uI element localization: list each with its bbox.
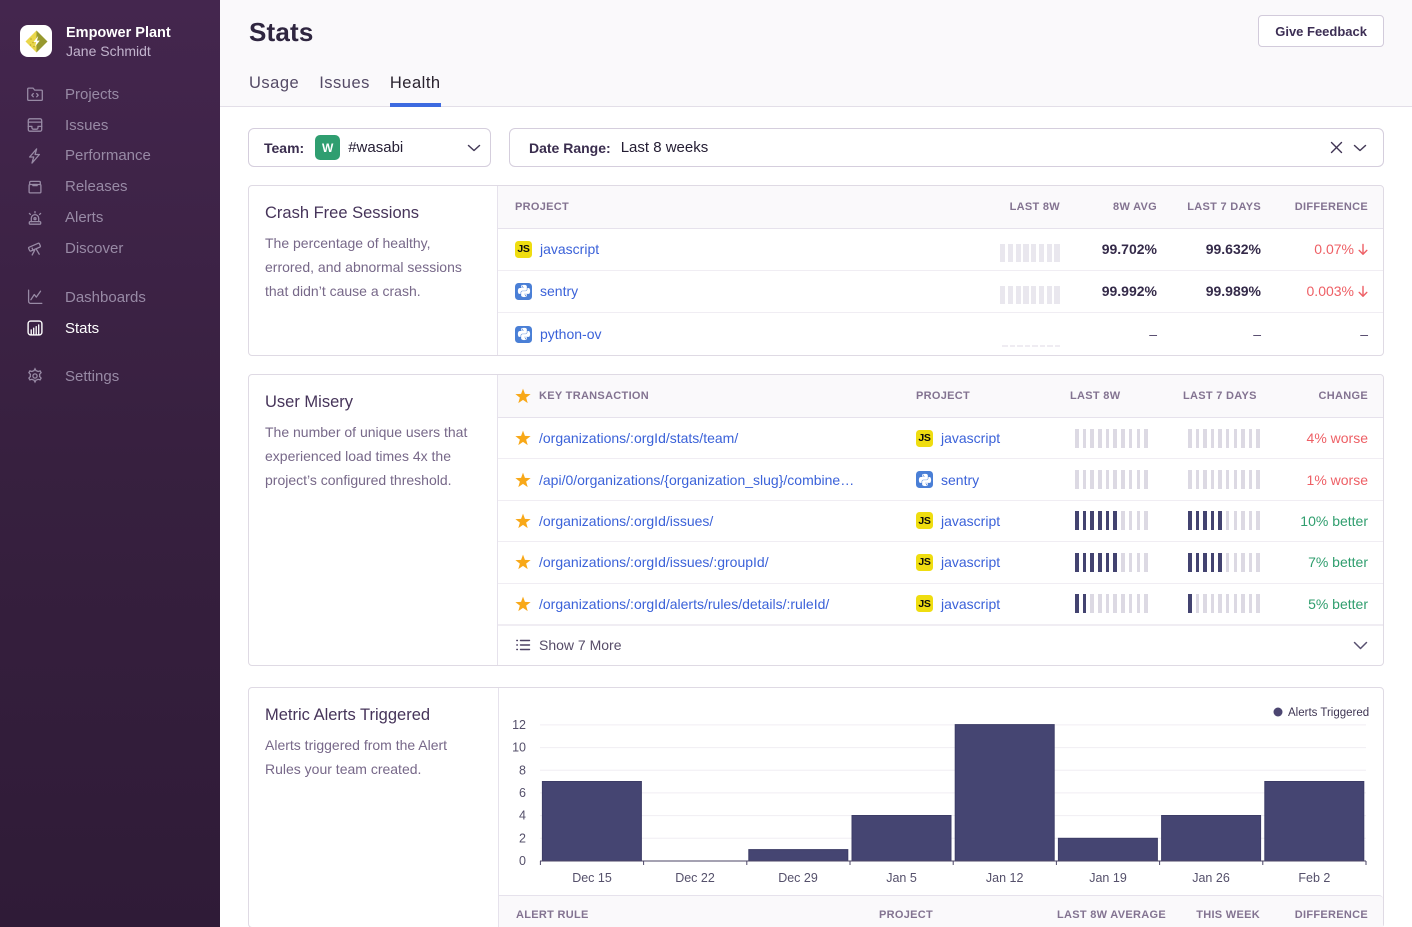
svg-text:Alerts Triggered: Alerts Triggered [1288,707,1369,719]
svg-text:8: 8 [519,763,526,777]
svg-text:12: 12 [512,718,526,732]
svg-text:Feb 2: Feb 2 [1298,871,1330,885]
svg-text:Jan 5: Jan 5 [886,871,917,885]
svg-text:Dec 29: Dec 29 [778,871,818,885]
svg-text:Jan 26: Jan 26 [1192,871,1230,885]
svg-text:Dec 22: Dec 22 [675,871,715,885]
svg-text:Dec 15: Dec 15 [572,871,612,885]
svg-text:10: 10 [512,741,526,755]
svg-text:4: 4 [519,809,526,823]
svg-text:2: 2 [519,831,526,845]
svg-text:6: 6 [519,786,526,800]
svg-text:0: 0 [519,854,526,868]
svg-text:Jan 19: Jan 19 [1089,871,1127,885]
svg-text:Jan 12: Jan 12 [986,871,1024,885]
